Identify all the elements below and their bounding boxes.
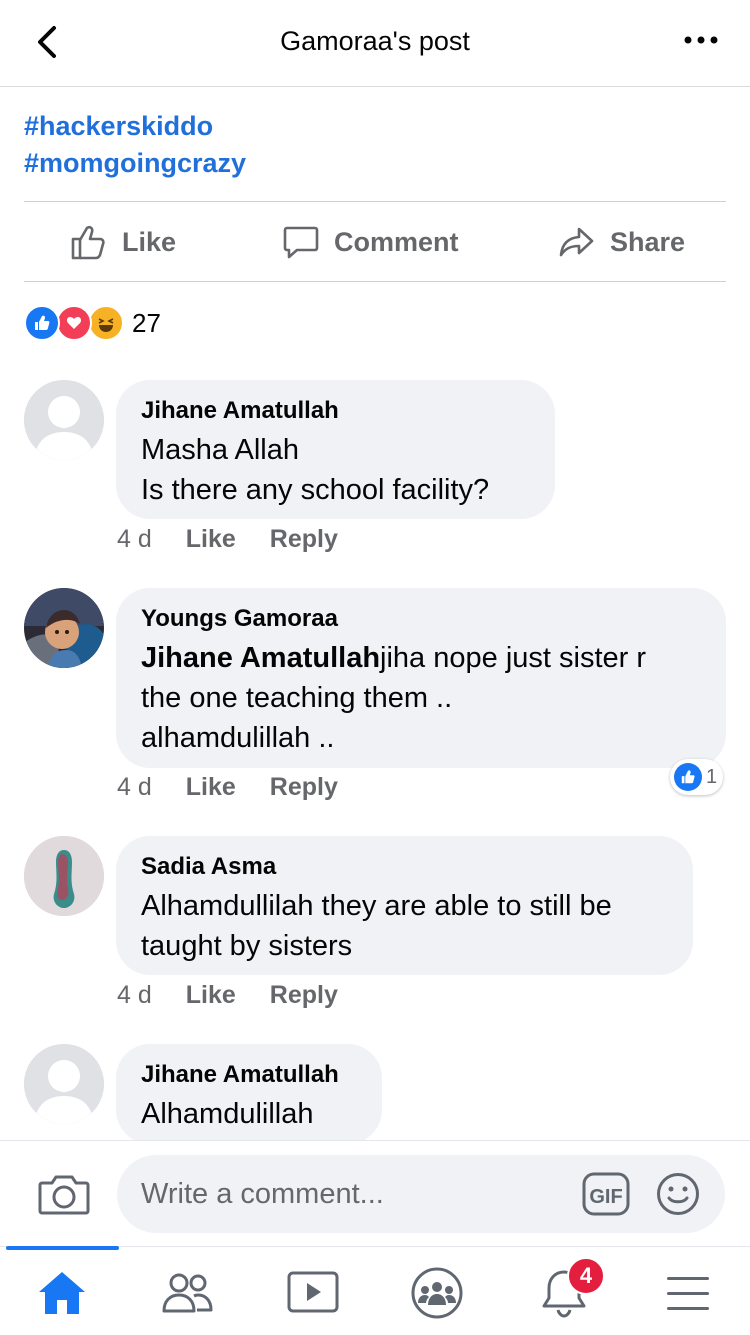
user-photo-icon — [24, 588, 104, 668]
comment-author[interactable]: Jihane Amatullah — [141, 396, 530, 426]
camera-icon[interactable] — [38, 1171, 90, 1217]
friends-icon — [162, 1273, 213, 1313]
comment-author[interactable]: Youngs Gamoraa — [141, 604, 701, 634]
hashtag-link[interactable]: #momgoingcrazy — [24, 145, 246, 182]
tab-friends[interactable] — [158, 1265, 218, 1321]
more-options-icon[interactable] — [682, 30, 722, 50]
comment-time: 4 d — [117, 773, 152, 801]
comment-text: Alhamdulillah — [141, 1098, 314, 1130]
gif-icon[interactable]: GIF — [582, 1172, 630, 1216]
comment-text: Masha Allah — [141, 434, 299, 466]
avatar[interactable] — [24, 588, 104, 668]
share-button[interactable]: Share — [558, 202, 685, 282]
comment-time: 4 d — [117, 981, 152, 1009]
comment-bubble[interactable]: Sadia Asma Alhamdullilah they are able t… — [116, 836, 693, 975]
emoji-icon[interactable] — [656, 1172, 700, 1216]
reaction-count: 27 — [132, 307, 161, 338]
comment-input[interactable] — [117, 1155, 725, 1233]
comment-text: Jihane Amatullahjiha nope just sister r — [141, 638, 701, 678]
tab-menu[interactable] — [658, 1265, 718, 1321]
comment-meta: 4 d Like Reply — [117, 525, 338, 554]
hashtag-link[interactable]: #hackerskiddo — [24, 108, 246, 145]
active-tab-indicator — [6, 1246, 119, 1250]
comment-text-line: jiha nope just sister r — [380, 642, 647, 674]
user-photo-icon — [24, 836, 104, 916]
comment-like-link[interactable]: Like — [186, 525, 236, 554]
default-avatar-icon — [24, 1044, 104, 1124]
comment-text: Alhamdullilah they are able to still be — [141, 890, 612, 922]
like-reaction-icon — [24, 305, 60, 341]
like-button[interactable]: Like — [70, 202, 176, 282]
home-icon — [39, 1272, 85, 1314]
comment-reply-link[interactable]: Reply — [270, 525, 338, 554]
bottom-tab-bar: 4 — [0, 1246, 750, 1335]
comment-text-line: the one teaching them .. — [141, 682, 453, 714]
tab-watch[interactable] — [283, 1265, 343, 1321]
comment-like-badge[interactable]: 1 — [670, 759, 724, 795]
comment-text: taught by sisters — [141, 930, 353, 962]
comment-composer: GIF — [0, 1140, 750, 1247]
comment-reply-link[interactable]: Reply — [270, 981, 338, 1010]
default-avatar-icon — [24, 380, 104, 460]
comment-bubble[interactable]: Jihane Amatullah Masha Allah Is there an… — [116, 380, 555, 519]
comment-reply-link[interactable]: Reply — [270, 773, 338, 802]
post-hashtags: #hackerskiddo #momgoingcrazy — [24, 108, 246, 182]
share-arrow-icon — [559, 227, 594, 257]
tab-home[interactable] — [32, 1265, 92, 1321]
share-label: Share — [610, 226, 686, 257]
video-play-icon — [287, 1271, 339, 1313]
love-reaction-icon — [56, 305, 92, 341]
comment-text-line: alhamdulillah .. — [141, 722, 335, 754]
notification-badge: 4 — [567, 1257, 605, 1295]
mention-link[interactable]: Jihane Amatullah — [141, 642, 380, 674]
hamburger-menu-icon — [667, 1277, 709, 1310]
avatar[interactable] — [24, 1044, 104, 1124]
post-actions: Like Comment Share — [24, 202, 726, 282]
comment-author[interactable]: Jihane Amatullah — [141, 1060, 357, 1090]
tab-groups[interactable] — [407, 1265, 467, 1321]
reaction-summary[interactable]: 27 — [24, 305, 161, 341]
comment-icon — [283, 226, 319, 259]
comment-time: 4 d — [117, 525, 152, 553]
comment-author[interactable]: Sadia Asma — [141, 852, 668, 882]
comment-like-link[interactable]: Like — [186, 773, 236, 802]
comment-label: Comment — [334, 226, 459, 257]
comment-bubble[interactable]: Youngs Gamoraa Jihane Amatullahjiha nope… — [116, 588, 726, 768]
avatar[interactable] — [24, 380, 104, 460]
thumbs-up-icon — [71, 225, 105, 260]
avatar[interactable] — [24, 836, 104, 916]
haha-reaction-icon — [88, 305, 124, 341]
page-title: Gamoraa's post — [280, 26, 470, 56]
like-label: Like — [122, 226, 177, 257]
like-badge-count: 1 — [706, 765, 718, 788]
comment-meta: 4 d Like Reply — [117, 773, 338, 802]
comment-button[interactable]: Comment — [282, 202, 459, 282]
divider — [24, 281, 726, 282]
svg-text:GIF: GIF — [589, 1186, 622, 1208]
groups-icon — [411, 1267, 463, 1319]
comment-like-link[interactable]: Like — [186, 981, 236, 1010]
comment-bubble[interactable]: Jihane Amatullah Alhamdulillah — [116, 1044, 382, 1144]
comment-text: Is there any school facility? — [141, 474, 490, 506]
like-reaction-icon — [674, 763, 702, 791]
top-bar: Gamoraa's post — [0, 0, 750, 87]
comment-meta: 4 d Like Reply — [117, 981, 338, 1010]
